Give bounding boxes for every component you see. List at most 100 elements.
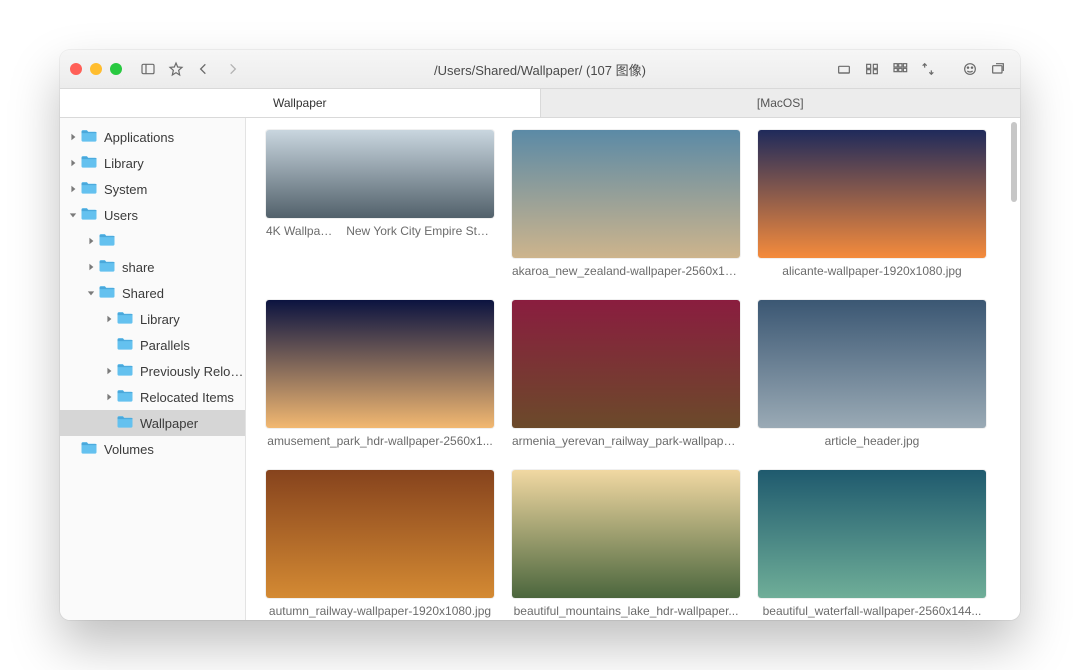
sidebar-item-label: Wallpaper xyxy=(140,416,198,431)
thumbnail-image[interactable] xyxy=(266,470,494,598)
sidebar-item-label: Library xyxy=(140,312,180,327)
tab-label: Wallpaper xyxy=(273,96,327,110)
thumbnail-image[interactable] xyxy=(758,300,986,428)
thumbnail-cell[interactable]: autumn_railway-wallpaper-1920x1080.jpg xyxy=(266,470,494,618)
folder-icon xyxy=(116,337,140,354)
thumbnail-caption: armenia_yerevan_railway_park-wallpape... xyxy=(512,434,740,448)
thumbnail-image[interactable] xyxy=(266,130,494,218)
thumbnail-cell[interactable]: amusement_park_hdr-wallpaper-2560x1... xyxy=(266,300,494,448)
thumbnail-captions: beautiful_waterfall-wallpaper-2560x144..… xyxy=(758,604,986,618)
sidebar-item[interactable]: Volumes xyxy=(60,436,245,462)
chevron-right-icon[interactable] xyxy=(104,366,114,376)
chevron-down-icon[interactable] xyxy=(86,288,96,298)
thumbnail-caption: 4K Wallpaper xyxy=(266,224,336,238)
thumbnail-caption: beautiful_waterfall-wallpaper-2560x144..… xyxy=(763,604,982,618)
sidebar-item-label: Shared xyxy=(122,286,164,301)
folder-icon xyxy=(116,389,140,406)
thumbnail-cell[interactable]: article_header.jpg xyxy=(758,300,986,448)
window-body: Applications Library System Users share Share… xyxy=(60,118,1020,620)
thumbnail-cell[interactable]: alicante-wallpaper-1920x1080.jpg xyxy=(758,130,986,278)
chevron-right-icon[interactable] xyxy=(86,236,96,246)
folder-icon xyxy=(80,155,104,172)
sidebar-item[interactable]: Shared xyxy=(60,280,245,306)
folder-icon xyxy=(80,441,104,458)
sidebar[interactable]: Applications Library System Users share Share… xyxy=(60,118,246,620)
thumbnail-captions: alicante-wallpaper-1920x1080.jpg xyxy=(758,264,986,278)
action-icon[interactable] xyxy=(958,58,982,80)
sort-icon[interactable] xyxy=(916,58,940,80)
nav-forward-icon[interactable] xyxy=(220,58,244,80)
sidebar-item-label: Volumes xyxy=(104,442,154,457)
toolbar-left xyxy=(136,58,244,80)
sidebar-item-label: System xyxy=(104,182,147,197)
chevron-right-icon[interactable] xyxy=(68,132,78,142)
thumbnail-captions: 4K WallpaperNew York City Empire Stat... xyxy=(266,224,494,238)
sidebar-item[interactable] xyxy=(60,228,245,254)
sidebar-item[interactable]: Relocated Items xyxy=(60,384,245,410)
sidebar-item-label: Users xyxy=(104,208,138,223)
titlebar: /Users/Shared/Wallpaper/ (107 图像) xyxy=(60,50,1020,89)
sidebar-item[interactable]: share xyxy=(60,254,245,280)
thumbnail-captions: article_header.jpg xyxy=(758,434,986,448)
thumbnail-image[interactable] xyxy=(266,300,494,428)
thumbnail-caption: amusement_park_hdr-wallpaper-2560x1... xyxy=(267,434,492,448)
tab-bar: Wallpaper [MacOS] xyxy=(60,89,1020,118)
sidebar-item[interactable]: Previously Relocated xyxy=(60,358,245,384)
tab-label: [MacOS] xyxy=(757,96,804,110)
thumbnail-cell[interactable]: beautiful_waterfall-wallpaper-2560x144..… xyxy=(758,470,986,618)
thumbnail-image[interactable] xyxy=(512,470,740,598)
close-button[interactable] xyxy=(70,63,82,75)
folder-icon xyxy=(80,181,104,198)
thumbnail-captions: amusement_park_hdr-wallpaper-2560x1... xyxy=(266,434,494,448)
sidebar-item[interactable]: Users xyxy=(60,202,245,228)
sidebar-item[interactable]: System xyxy=(60,176,245,202)
zoom-button[interactable] xyxy=(110,63,122,75)
sidebar-item-label: Applications xyxy=(104,130,174,145)
thumbnail-grid: 4K WallpaperNew York City Empire Stat...… xyxy=(266,130,1000,620)
folder-icon xyxy=(98,259,122,276)
folder-icon xyxy=(98,285,122,302)
sidebar-item-label: Relocated Items xyxy=(140,390,234,405)
view-icons-icon[interactable] xyxy=(832,58,856,80)
content-area[interactable]: 4K WallpaperNew York City Empire Stat...… xyxy=(246,118,1020,620)
thumbnail-image[interactable] xyxy=(512,130,740,258)
thumbnail-image[interactable] xyxy=(758,130,986,258)
nav-back-icon[interactable] xyxy=(192,58,216,80)
thumbnail-cell[interactable]: 4K WallpaperNew York City Empire Stat... xyxy=(266,130,494,278)
thumbnail-image[interactable] xyxy=(758,470,986,598)
folder-icon xyxy=(80,207,104,224)
folder-icon xyxy=(116,311,140,328)
sidebar-item[interactable]: Library xyxy=(60,306,245,332)
chevron-right-icon[interactable] xyxy=(86,262,96,272)
sidebar-item-label: Library xyxy=(104,156,144,171)
chevron-right-icon[interactable] xyxy=(104,392,114,402)
minimize-button[interactable] xyxy=(90,63,102,75)
thumbnail-cell[interactable]: beautiful_mountains_lake_hdr-wallpaper..… xyxy=(512,470,740,618)
thumbnail-caption: autumn_railway-wallpaper-1920x1080.jpg xyxy=(269,604,491,618)
view-list-icon[interactable] xyxy=(860,58,884,80)
sidebar-item-label: Previously Relocated xyxy=(140,364,245,379)
chevron-right-icon[interactable] xyxy=(68,184,78,194)
thumbnail-cell[interactable]: armenia_yerevan_railway_park-wallpape... xyxy=(512,300,740,448)
sidebar-toggle-icon[interactable] xyxy=(136,58,160,80)
sidebar-item[interactable]: Parallels xyxy=(60,332,245,358)
thumbnail-image[interactable] xyxy=(512,300,740,428)
view-columns-icon[interactable] xyxy=(888,58,912,80)
chevron-down-icon[interactable] xyxy=(68,210,78,220)
chevron-right-icon[interactable] xyxy=(68,158,78,168)
thumbnail-captions: akaroa_new_zealand-wallpaper-2560x14... xyxy=(512,264,740,278)
tab-macos[interactable]: [MacOS] xyxy=(541,89,1021,117)
thumbnail-cell[interactable]: akaroa_new_zealand-wallpaper-2560x14... xyxy=(512,130,740,278)
thumbnail-captions: beautiful_mountains_lake_hdr-wallpaper..… xyxy=(512,604,740,618)
sidebar-item[interactable]: Wallpaper xyxy=(60,410,245,436)
tab-wallpaper[interactable]: Wallpaper xyxy=(60,89,541,117)
toolbar-right xyxy=(832,58,1010,80)
chevron-right-icon[interactable] xyxy=(104,314,114,324)
sidebar-item[interactable]: Applications xyxy=(60,124,245,150)
favorite-star-icon[interactable] xyxy=(164,58,188,80)
scrollbar-thumb[interactable] xyxy=(1011,122,1017,202)
new-window-icon[interactable] xyxy=(986,58,1010,80)
sidebar-item-label: share xyxy=(122,260,155,275)
folder-icon xyxy=(98,233,122,250)
sidebar-item[interactable]: Library xyxy=(60,150,245,176)
